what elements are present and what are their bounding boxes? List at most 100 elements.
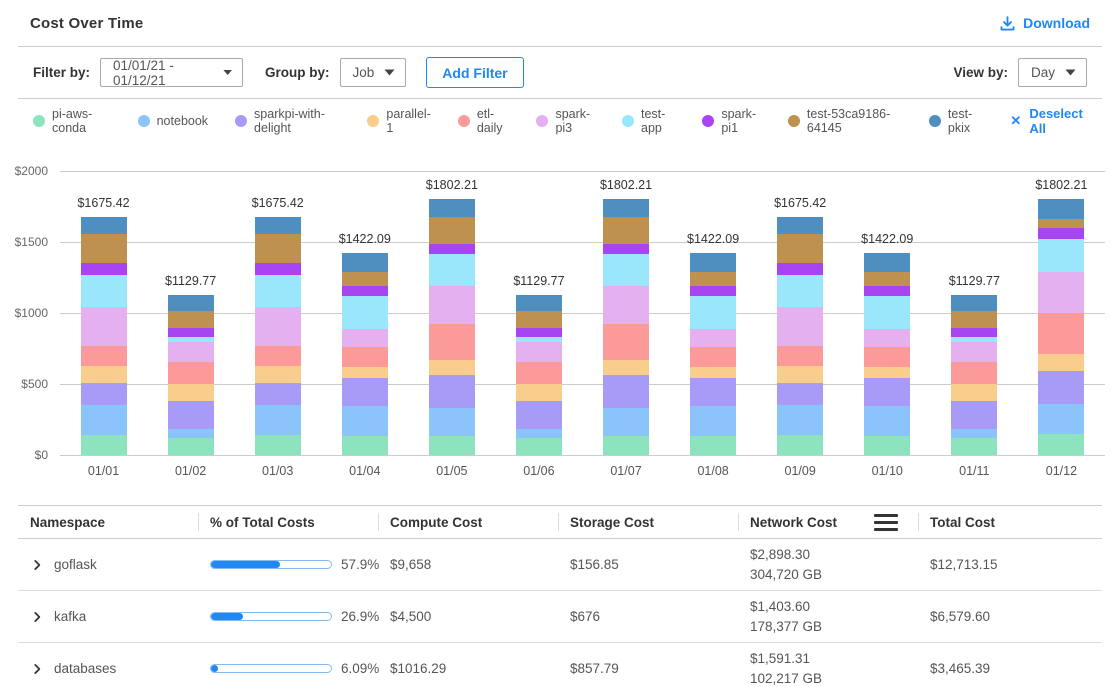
bar-segment-test-53ca9186-64145[interactable]	[429, 217, 475, 245]
bar-segment-spark-pi3[interactable]	[255, 307, 301, 346]
bar-segment-spark-pi1[interactable]	[429, 244, 475, 254]
stacked-bar-01/09[interactable]	[777, 217, 823, 455]
bar-segment-parallel-1[interactable]	[690, 367, 736, 378]
bar-segment-test-app[interactable]	[603, 254, 649, 285]
bar-segment-sparkpi-with-delight[interactable]	[429, 375, 475, 407]
table-row-kafka[interactable]: kafka26.9%$4,500$676$1,403.60178,377 GB$…	[18, 591, 1102, 643]
bar-segment-test-53ca9186-64145[interactable]	[1038, 219, 1084, 228]
bar-segment-test-app[interactable]	[690, 296, 736, 328]
bar-segment-test-pkix[interactable]	[777, 217, 823, 234]
date-range-select[interactable]: 01/01/21 - 01/12/21	[100, 58, 243, 87]
bar-segment-parallel-1[interactable]	[1038, 354, 1084, 371]
bar-segment-spark-pi1[interactable]	[777, 263, 823, 274]
bar-segment-test-53ca9186-64145[interactable]	[864, 272, 910, 286]
bar-segment-spark-pi1[interactable]	[951, 328, 997, 337]
bar-segment-spark-pi3[interactable]	[1038, 272, 1084, 313]
bar-segment-pi-aws-conda[interactable]	[81, 435, 127, 455]
bar-segment-sparkpi-with-delight[interactable]	[951, 401, 997, 429]
legend-item-test-app[interactable]: test-app	[622, 107, 675, 135]
bar-segment-parallel-1[interactable]	[342, 367, 388, 378]
legend-item-test-pkix[interactable]: test-pkix	[929, 107, 984, 135]
bar-segment-spark-pi3[interactable]	[429, 286, 475, 324]
bar-segment-spark-pi3[interactable]	[603, 286, 649, 324]
bar-segment-sparkpi-with-delight[interactable]	[1038, 371, 1084, 405]
bar-segment-parallel-1[interactable]	[168, 384, 214, 400]
legend-item-etl-daily[interactable]: etl-daily	[458, 107, 510, 135]
bar-segment-test-pkix[interactable]	[1038, 199, 1084, 219]
bar-segment-test-app[interactable]	[1038, 239, 1084, 271]
bar-segment-test-53ca9186-64145[interactable]	[951, 311, 997, 327]
bar-segment-parallel-1[interactable]	[516, 384, 562, 400]
bar-segment-parallel-1[interactable]	[864, 367, 910, 378]
bar-segment-test-pkix[interactable]	[429, 199, 475, 216]
bar-segment-spark-pi1[interactable]	[516, 328, 562, 337]
bar-segment-sparkpi-with-delight[interactable]	[603, 375, 649, 407]
bar-segment-spark-pi1[interactable]	[690, 286, 736, 297]
bar-segment-spark-pi1[interactable]	[1038, 228, 1084, 240]
bar-segment-test-53ca9186-64145[interactable]	[168, 311, 214, 327]
bar-segment-test-app[interactable]	[777, 275, 823, 307]
bar-segment-sparkpi-with-delight[interactable]	[777, 383, 823, 405]
bar-segment-spark-pi3[interactable]	[81, 307, 127, 346]
bar-segment-pi-aws-conda[interactable]	[690, 436, 736, 455]
view-by-select[interactable]: Day	[1018, 58, 1087, 87]
bar-segment-test-pkix[interactable]	[516, 295, 562, 311]
bar-segment-pi-aws-conda[interactable]	[255, 435, 301, 455]
bar-segment-spark-pi1[interactable]	[168, 328, 214, 337]
bar-segment-etl-daily[interactable]	[429, 324, 475, 361]
bar-segment-spark-pi3[interactable]	[951, 342, 997, 362]
bar-segment-sparkpi-with-delight[interactable]	[690, 378, 736, 406]
bar-segment-test-pkix[interactable]	[864, 253, 910, 272]
stacked-bar-01/05[interactable]	[429, 199, 475, 455]
bar-segment-test-53ca9186-64145[interactable]	[81, 234, 127, 263]
bar-segment-sparkpi-with-delight[interactable]	[864, 378, 910, 406]
legend-item-parallel-1[interactable]: parallel-1	[367, 107, 430, 135]
stacked-bar-01/04[interactable]	[342, 253, 388, 455]
bar-segment-spark-pi3[interactable]	[168, 342, 214, 362]
stacked-bar-01/08[interactable]	[690, 253, 736, 455]
stacked-bar-01/07[interactable]	[603, 199, 649, 455]
bar-segment-sparkpi-with-delight[interactable]	[168, 401, 214, 429]
bar-segment-notebook[interactable]	[81, 405, 127, 435]
bar-segment-pi-aws-conda[interactable]	[777, 435, 823, 455]
legend-item-test-53ca9186-64145[interactable]: test-53ca9186-64145	[788, 107, 902, 135]
bar-segment-spark-pi1[interactable]	[255, 263, 301, 274]
bar-segment-test-53ca9186-64145[interactable]	[255, 234, 301, 263]
expand-chevron-icon[interactable]	[30, 610, 44, 624]
bar-segment-sparkpi-with-delight[interactable]	[255, 383, 301, 405]
bar-segment-notebook[interactable]	[690, 406, 736, 436]
bar-segment-pi-aws-conda[interactable]	[1038, 434, 1084, 455]
bar-segment-test-53ca9186-64145[interactable]	[603, 217, 649, 245]
stacked-bar-01/10[interactable]	[864, 253, 910, 455]
bar-segment-notebook[interactable]	[864, 406, 910, 436]
menu-icon[interactable]	[874, 514, 898, 531]
bar-segment-spark-pi3[interactable]	[342, 329, 388, 347]
legend-item-sparkpi-with-delight[interactable]: sparkpi-with-delight	[235, 107, 340, 135]
bar-segment-notebook[interactable]	[255, 405, 301, 435]
bar-segment-notebook[interactable]	[168, 429, 214, 438]
bar-segment-pi-aws-conda[interactable]	[603, 436, 649, 455]
bar-segment-spark-pi3[interactable]	[864, 329, 910, 347]
bar-segment-sparkpi-with-delight[interactable]	[342, 378, 388, 406]
bar-segment-etl-daily[interactable]	[516, 362, 562, 384]
bar-segment-etl-daily[interactable]	[690, 347, 736, 367]
expand-chevron-icon[interactable]	[30, 558, 44, 572]
bar-segment-spark-pi3[interactable]	[777, 307, 823, 346]
bar-segment-etl-daily[interactable]	[603, 324, 649, 361]
bar-segment-test-app[interactable]	[864, 296, 910, 328]
bar-segment-notebook[interactable]	[777, 405, 823, 435]
bar-segment-spark-pi1[interactable]	[864, 286, 910, 297]
bar-segment-test-app[interactable]	[429, 254, 475, 285]
bar-segment-spark-pi1[interactable]	[342, 286, 388, 297]
bar-segment-notebook[interactable]	[951, 429, 997, 438]
bar-segment-spark-pi1[interactable]	[603, 244, 649, 254]
bar-segment-etl-daily[interactable]	[81, 346, 127, 366]
table-row-databases[interactable]: databases6.09%$1016.29$857.79$1,591.3110…	[18, 643, 1102, 687]
bar-segment-notebook[interactable]	[429, 408, 475, 437]
bar-segment-etl-daily[interactable]	[1038, 313, 1084, 354]
bar-segment-notebook[interactable]	[1038, 404, 1084, 434]
bar-segment-parallel-1[interactable]	[255, 366, 301, 383]
bar-segment-test-pkix[interactable]	[951, 295, 997, 311]
bar-segment-test-pkix[interactable]	[168, 295, 214, 311]
bar-segment-test-pkix[interactable]	[342, 253, 388, 272]
